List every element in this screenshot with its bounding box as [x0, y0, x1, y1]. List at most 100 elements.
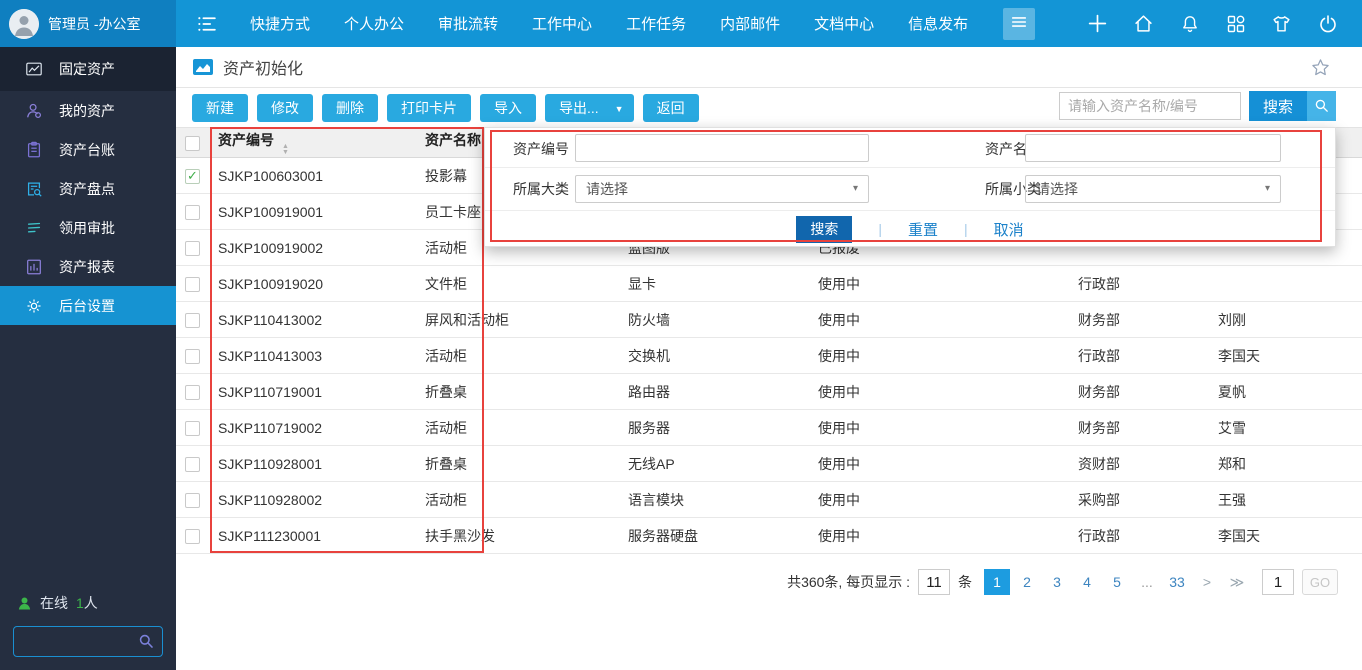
sidebar-item-label: 后台设置 [59, 296, 115, 316]
row-checkbox[interactable] [185, 385, 200, 400]
table-row[interactable]: SJKP111230001扶手黑沙发服务器硬盘使用中行政部李国天 [176, 518, 1362, 554]
search-magnifier-button[interactable] [1307, 91, 1336, 121]
cell-checkbox [176, 338, 210, 374]
table-row[interactable]: SJKP110928001折叠桌无线AP使用中资财部郑和 [176, 446, 1362, 482]
cell-asset-code: SJKP100919001 [210, 194, 417, 230]
list-icon[interactable] [196, 13, 217, 34]
row-checkbox[interactable] [185, 205, 200, 220]
asset-name-input[interactable] [1025, 134, 1281, 162]
nav-item-5[interactable]: 工作任务 [626, 13, 686, 34]
toolbar-button-2[interactable]: 修改 [257, 94, 313, 122]
toolbar-button-4[interactable]: 打印卡片 [387, 94, 471, 122]
sort-icon[interactable]: ▲▼ [282, 144, 289, 156]
column-label: 资产名称 [425, 132, 481, 148]
nav-item-4[interactable]: 工作中心 [532, 13, 592, 34]
toolbar-button-3[interactable]: 删除 [322, 94, 378, 122]
topbar: 管理员 -办公室 快捷方式 个人办公 审批流转 工作中心 工作任务 内部邮件 文档中心 信息发… [0, 0, 1362, 47]
row-checkbox[interactable] [185, 529, 200, 544]
sidebar-item-2[interactable]: 我的资产 [0, 91, 176, 130]
sidebar-item-label: 固定资产 [59, 59, 115, 79]
sidebar-item-label: 资产报表 [59, 257, 115, 277]
back-button[interactable]: 返回 [643, 94, 699, 122]
reset-button[interactable]: 重置 [908, 219, 938, 240]
nav-item-8[interactable]: 信息发布 [908, 13, 968, 34]
cell-asset-name2: 防火墙 [620, 302, 810, 338]
page-button-5[interactable]: 5 [1104, 569, 1130, 595]
table-row[interactable]: SJKP100919020文件柜显卡使用中行政部 [176, 266, 1362, 302]
cell-asset-name: 活动柜 [417, 482, 620, 518]
apps-icon[interactable] [1225, 13, 1246, 34]
table-row[interactable]: SJKP110413003活动柜交换机使用中行政部李国天 [176, 338, 1362, 374]
sidebar-item-4[interactable]: 资产盘点 [0, 169, 176, 208]
sidebar-item-6[interactable]: 资产报表 [0, 247, 176, 286]
row-checkbox[interactable] [185, 457, 200, 472]
row-checkbox[interactable] [185, 277, 200, 292]
cell-department: 财务部 [1070, 302, 1210, 338]
row-checkbox[interactable] [185, 493, 200, 508]
nav-item-2[interactable]: 个人办公 [344, 13, 404, 34]
page-size-input[interactable] [918, 569, 950, 595]
cell-status: 使用中 [810, 374, 1070, 410]
nav-item-1[interactable]: 快捷方式 [250, 13, 310, 34]
power-icon[interactable] [1317, 13, 1338, 34]
sidebar-item-3[interactable]: 资产台账 [0, 130, 176, 169]
cell-status: 使用中 [810, 482, 1070, 518]
plus-icon[interactable] [1087, 13, 1108, 34]
user-area[interactable]: 管理员 -办公室 [0, 0, 176, 47]
select-all-checkbox[interactable] [185, 136, 200, 151]
search-icon [1314, 98, 1330, 114]
sidebar-item-5[interactable]: 领用审批 [0, 208, 176, 247]
page-button-33[interactable]: 33 [1164, 569, 1190, 595]
last-page-button[interactable]: ≫ [1224, 569, 1250, 595]
favorite-star-icon[interactable] [1311, 58, 1330, 77]
major-category-select[interactable]: 请选择 ▾ [575, 175, 869, 203]
cancel-button[interactable]: 取消 [994, 219, 1024, 240]
nav-item-7[interactable]: 文档中心 [814, 13, 874, 34]
select-value: 请选择 [1036, 181, 1078, 197]
cell-asset-code: SJKP110719002 [210, 410, 417, 446]
divider: | [878, 221, 882, 237]
sidebar-item-7[interactable]: 后台设置 [0, 286, 176, 325]
nav-item-3[interactable]: 审批流转 [438, 13, 498, 34]
page-button-4[interactable]: 4 [1074, 569, 1100, 595]
avatar [9, 9, 39, 39]
cell-department: 行政部 [1070, 338, 1210, 374]
next-page-button[interactable]: > [1194, 569, 1220, 595]
table-row[interactable]: SJKP110719002活动柜服务器使用中财务部艾雪 [176, 410, 1362, 446]
minor-category-select[interactable]: 请选择 ▾ [1025, 175, 1281, 203]
total-records-text: 共360条, 每页显示 : [787, 572, 910, 592]
row-checkbox[interactable] [185, 241, 200, 256]
table-row[interactable]: SJKP110719001折叠桌路由器使用中财务部夏帆 [176, 374, 1362, 410]
cell-asset-code: SJKP110928002 [210, 482, 417, 518]
bell-icon[interactable] [1179, 13, 1200, 34]
page-button-2[interactable]: 2 [1014, 569, 1040, 595]
page-button-3[interactable]: 3 [1044, 569, 1070, 595]
row-checkbox[interactable] [185, 313, 200, 328]
cell-asset-code: SJKP100919002 [210, 230, 417, 266]
page-button-1[interactable]: 1 [984, 569, 1010, 595]
asset-code-input[interactable] [575, 134, 869, 162]
panel-search-button[interactable]: 搜索 [796, 216, 852, 243]
home-icon[interactable] [1133, 13, 1154, 34]
row-checkbox[interactable] [185, 349, 200, 364]
export-button[interactable]: 导出...▼ [545, 94, 634, 122]
row-checkbox[interactable] [185, 169, 200, 184]
filter-actions: 搜索 | 重置 | 取消 [485, 211, 1335, 247]
search-button[interactable]: 搜索 [1249, 91, 1307, 121]
nav-item-6[interactable]: 内部邮件 [720, 13, 780, 34]
asset-search-input[interactable] [1059, 92, 1241, 120]
sidebar-search[interactable] [13, 626, 163, 657]
table-row[interactable]: SJKP110413002屏风和活动柜防火墙使用中财务部刘刚 [176, 302, 1362, 338]
row-checkbox[interactable] [185, 421, 200, 436]
toolbar-button-1[interactable]: 新建 [192, 94, 248, 122]
go-button[interactable]: GO [1302, 569, 1338, 595]
goto-page-input[interactable] [1262, 569, 1294, 595]
sidebar-item-1[interactable]: 固定资产 [0, 47, 176, 91]
search-icon[interactable] [138, 633, 155, 650]
shirt-icon[interactable] [1271, 13, 1292, 34]
page-buttons: 12345...33>≫ [984, 569, 1250, 595]
toolbar-button-5[interactable]: 导入 [480, 94, 536, 122]
column-header-1[interactable]: 资产编号▲▼ [210, 128, 417, 158]
hamburger-button[interactable] [1003, 8, 1035, 40]
table-row[interactable]: SJKP110928002活动柜语言模块使用中采购部王强 [176, 482, 1362, 518]
